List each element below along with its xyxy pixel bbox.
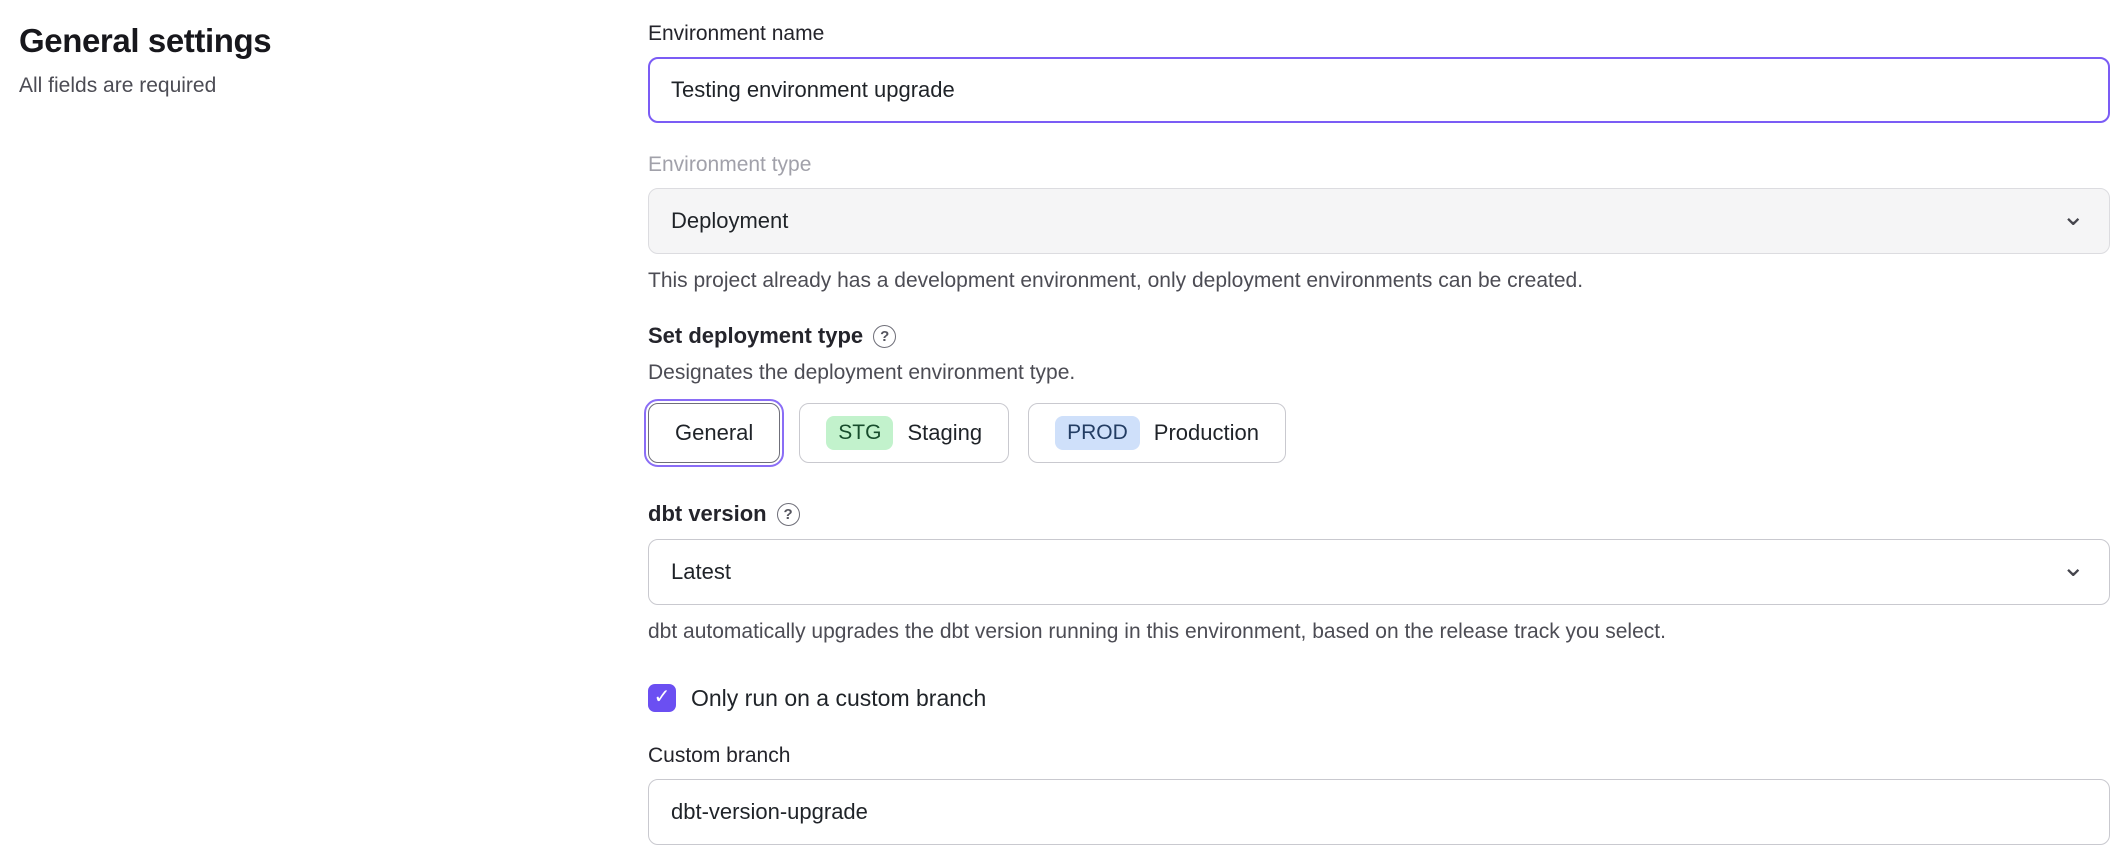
settings-header: General settings All fields are required bbox=[19, 22, 648, 864]
deployment-type-production-button[interactable]: PROD Production bbox=[1028, 403, 1286, 463]
custom-branch-field: Custom branch bbox=[648, 744, 2110, 845]
help-icon[interactable]: ? bbox=[777, 503, 800, 526]
custom-branch-input[interactable] bbox=[648, 779, 2110, 845]
dbt-version-field: dbt version ? Latest ⌄ dbt automatically… bbox=[648, 501, 2110, 644]
deployment-type-production-label: Production bbox=[1154, 420, 1259, 446]
environment-name-field: Environment name bbox=[648, 22, 2110, 123]
deployment-type-options: General STG Staging PROD Production bbox=[648, 403, 2110, 463]
dbt-version-select[interactable]: Latest ⌄ bbox=[648, 539, 2110, 605]
environment-type-select[interactable]: Deployment ⌄ bbox=[648, 188, 2110, 254]
help-icon[interactable]: ? bbox=[873, 325, 896, 348]
dbt-version-label-row: dbt version ? bbox=[648, 501, 2110, 527]
page-subtitle: All fields are required bbox=[19, 74, 648, 98]
deployment-type-staging-label: Staging bbox=[907, 420, 982, 446]
environment-name-label: Environment name bbox=[648, 22, 2110, 46]
deployment-type-staging-button[interactable]: STG Staging bbox=[799, 403, 1009, 463]
environment-type-label: Environment type bbox=[648, 153, 2110, 177]
help-glyph: ? bbox=[880, 328, 889, 345]
production-badge: PROD bbox=[1055, 416, 1140, 450]
help-glyph: ? bbox=[783, 506, 792, 523]
deployment-type-general-button[interactable]: General bbox=[648, 403, 780, 463]
dbt-version-label: dbt version bbox=[648, 501, 767, 527]
check-icon: ✓ bbox=[654, 687, 671, 707]
deployment-type-helper: Designates the deployment environment ty… bbox=[648, 361, 2110, 385]
custom-branch-checkbox-label: Only run on a custom branch bbox=[691, 685, 986, 712]
environment-type-value: Deployment bbox=[671, 208, 788, 234]
deployment-type-label-row: Set deployment type ? bbox=[648, 323, 2110, 349]
staging-badge: STG bbox=[826, 416, 893, 450]
deployment-type-field: Set deployment type ? Designates the dep… bbox=[648, 323, 2110, 463]
custom-branch-checkbox[interactable]: ✓ bbox=[648, 684, 676, 712]
custom-branch-label: Custom branch bbox=[648, 744, 2110, 768]
dbt-version-value: Latest bbox=[671, 559, 731, 585]
settings-page: General settings All fields are required… bbox=[0, 0, 2116, 864]
chevron-down-icon: ⌄ bbox=[2062, 202, 2085, 230]
chevron-down-icon: ⌄ bbox=[2062, 553, 2085, 581]
custom-branch-checkbox-row[interactable]: ✓ Only run on a custom branch bbox=[648, 684, 2110, 712]
dbt-version-helper: dbt automatically upgrades the dbt versi… bbox=[648, 620, 2110, 644]
environment-type-helper: This project already has a development e… bbox=[648, 269, 2110, 293]
deployment-type-general-label: General bbox=[675, 420, 753, 446]
environment-type-field: Environment type Deployment ⌄ This proje… bbox=[648, 153, 2110, 293]
page-title: General settings bbox=[19, 22, 648, 60]
deployment-type-label: Set deployment type bbox=[648, 323, 863, 349]
settings-form: Environment name Environment type Deploy… bbox=[648, 22, 2110, 864]
environment-name-input[interactable] bbox=[648, 57, 2110, 123]
